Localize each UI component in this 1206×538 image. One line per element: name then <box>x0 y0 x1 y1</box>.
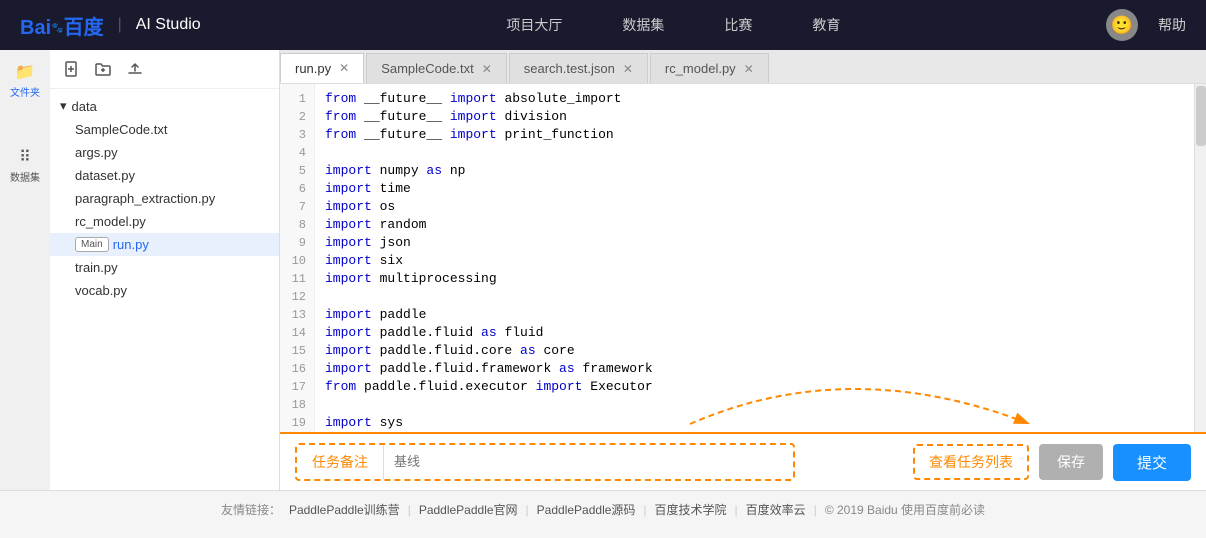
file-toolbar <box>50 50 279 89</box>
folder-icon: 📁 <box>15 62 35 82</box>
sidebar-item-files[interactable]: 📁 文件夹 <box>5 60 45 100</box>
header: Bai🐾百度 | AI Studio 项目大厅 数据集 比赛 教育 🙂 帮助 <box>0 0 1206 50</box>
task-input-wrapper <box>384 453 793 471</box>
submit-button[interactable]: 提交 <box>1113 444 1191 481</box>
code-editor[interactable]: 1234 5678 9101112 13141516 17181920 2122… <box>280 84 1206 432</box>
footer-prefix: 友情链接： <box>221 501 281 518</box>
tab-searchtestjson[interactable]: search.test.json ✕ <box>509 53 648 83</box>
footer-copyright: © 2019 Baidu 使用百度前必读 <box>825 501 985 518</box>
view-tasks-button[interactable]: 查看任务列表 <box>913 444 1029 480</box>
file-tree: ▾ data SampleCode.txt args.py dataset.py… <box>50 89 279 490</box>
file-samplecode[interactable]: SampleCode.txt <box>50 118 279 141</box>
new-file-button[interactable] <box>60 58 82 80</box>
footer-link-baidutech[interactable]: 百度技术学院 <box>655 501 727 518</box>
nav-education[interactable]: 教育 <box>812 15 840 35</box>
file-vocab-label: vocab.py <box>75 283 127 298</box>
sidebar-files-label: 文件夹 <box>10 84 40 99</box>
file-train[interactable]: train.py <box>50 256 279 279</box>
upload-button[interactable] <box>124 58 146 80</box>
scrollbar-thumb[interactable] <box>1196 86 1206 146</box>
task-note-area: 任务备注 <box>295 443 795 481</box>
main-container: 📁 文件夹 ⠿ 数据集 ▾ data SampleCo <box>0 50 1206 490</box>
sidebar-item-datasets[interactable]: ⠿ 数据集 <box>5 145 45 185</box>
tab-runpy[interactable]: run.py ✕ <box>280 53 364 83</box>
grid-icon: ⠿ <box>19 147 31 167</box>
bottom-bar: 任务备注 查看任务列表 保存 提交 <box>280 432 1206 490</box>
folder-data[interactable]: ▾ data <box>50 94 279 118</box>
tab-samplecode[interactable]: SampleCode.txt ✕ <box>366 53 507 83</box>
footer-link-paddleofficial[interactable]: PaddlePaddle官网 <box>419 501 518 518</box>
editor-area: run.py ✕ SampleCode.txt ✕ search.test.js… <box>280 50 1206 490</box>
tab-rcmodel[interactable]: rc_model.py ✕ <box>650 53 769 83</box>
tab-searchtestjson-label: search.test.json <box>524 61 615 76</box>
avatar[interactable]: 🙂 <box>1106 9 1138 41</box>
line-numbers: 1234 5678 9101112 13141516 17181920 2122… <box>280 84 315 432</box>
task-note-tab[interactable]: 任务备注 <box>297 445 384 479</box>
file-vocab[interactable]: vocab.py <box>50 279 279 302</box>
file-train-label: train.py <box>75 260 118 275</box>
tab-samplecode-close[interactable]: ✕ <box>482 62 492 76</box>
scrollbar-right[interactable] <box>1194 84 1206 432</box>
baidu-logo: Bai🐾百度 <box>20 11 104 40</box>
tab-samplecode-label: SampleCode.txt <box>381 61 474 76</box>
footer-link-paddlesource[interactable]: PaddlePaddle源码 <box>537 501 636 518</box>
tab-rcmodel-label: rc_model.py <box>665 61 736 76</box>
file-args-label: args.py <box>75 145 118 160</box>
file-rcmodel-label: rc_model.py <box>75 214 146 229</box>
main-badge: Main <box>75 237 109 252</box>
baseline-input[interactable] <box>394 454 783 469</box>
footer-sep-5: | <box>814 503 817 517</box>
file-samplecode-label: SampleCode.txt <box>75 122 168 137</box>
file-args[interactable]: args.py <box>50 141 279 164</box>
chevron-down-icon: ▾ <box>60 98 67 114</box>
tab-searchtestjson-close[interactable]: ✕ <box>623 62 633 76</box>
aistudio-logo: AI Studio <box>136 16 201 34</box>
logo-divider: | <box>118 16 122 34</box>
nav-projects[interactable]: 项目大厅 <box>506 15 562 35</box>
tab-runpy-close[interactable]: ✕ <box>339 61 349 75</box>
code-content[interactable]: from __future__ import absolute_import f… <box>315 84 1194 432</box>
file-paragraph[interactable]: paragraph_extraction.py <box>50 187 279 210</box>
right-actions: 查看任务列表 保存 提交 <box>913 444 1191 481</box>
file-runpy[interactable]: Main run.py <box>50 233 279 256</box>
file-dataset[interactable]: dataset.py <box>50 164 279 187</box>
file-runpy-label: run.py <box>113 237 149 252</box>
tab-rcmodel-close[interactable]: ✕ <box>744 62 754 76</box>
footer-sep-3: | <box>643 503 646 517</box>
tab-bar: run.py ✕ SampleCode.txt ✕ search.test.js… <box>280 50 1206 84</box>
footer-link-paddlecamp[interactable]: PaddlePaddle训练营 <box>289 501 400 518</box>
sidebar-datasets-label: 数据集 <box>10 169 40 184</box>
footer-sep-2: | <box>526 503 529 517</box>
new-folder-button[interactable] <box>92 58 114 80</box>
sidebar-icons: 📁 文件夹 ⠿ 数据集 <box>0 50 50 490</box>
footer-link-baiducloud[interactable]: 百度效率云 <box>746 501 806 518</box>
file-paragraph-label: paragraph_extraction.py <box>75 191 215 206</box>
file-dataset-label: dataset.py <box>75 168 135 183</box>
help-link[interactable]: 帮助 <box>1158 15 1186 35</box>
footer: 友情链接： PaddlePaddle训练营 | PaddlePaddle官网 |… <box>0 490 1206 528</box>
nav-datasets[interactable]: 数据集 <box>622 15 664 35</box>
footer-sep-4: | <box>735 503 738 517</box>
folder-data-label: data <box>72 99 97 114</box>
file-rcmodel[interactable]: rc_model.py <box>50 210 279 233</box>
save-button[interactable]: 保存 <box>1039 444 1103 480</box>
footer-sep-1: | <box>408 503 411 517</box>
main-nav: 项目大厅 数据集 比赛 教育 <box>241 15 1106 35</box>
nav-competition[interactable]: 比赛 <box>724 15 752 35</box>
logo-area: Bai🐾百度 | AI Studio <box>20 11 201 40</box>
file-panel: ▾ data SampleCode.txt args.py dataset.py… <box>50 50 280 490</box>
header-right: 🙂 帮助 <box>1106 9 1186 41</box>
tab-runpy-label: run.py <box>295 61 331 76</box>
